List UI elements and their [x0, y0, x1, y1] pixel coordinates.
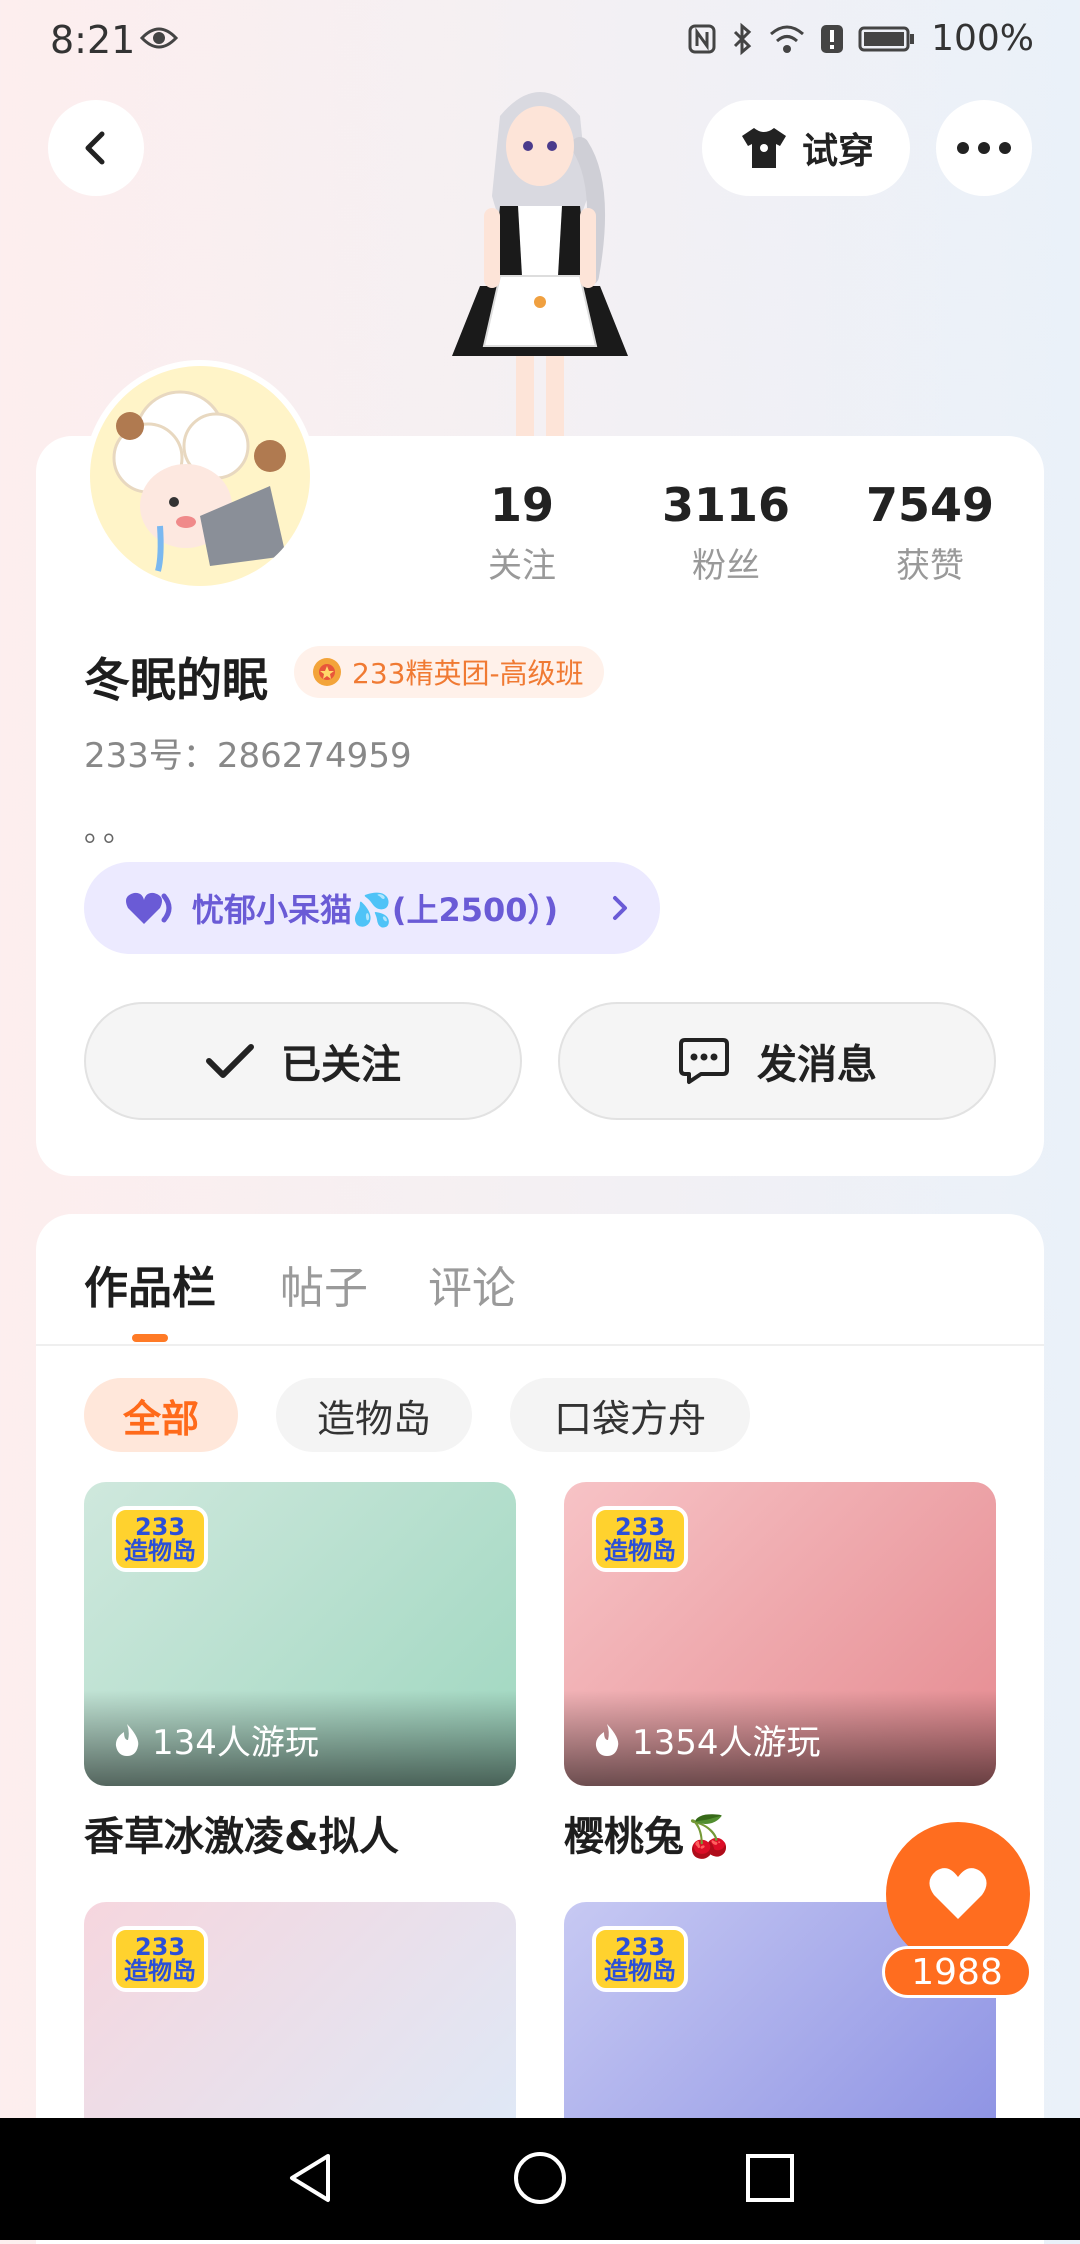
system-nav-bar: [0, 2118, 1080, 2240]
nav-home-icon[interactable]: [510, 2148, 570, 2208]
zaowudao-logo: 233 造物岛: [592, 1926, 688, 1992]
nav-back-icon[interactable]: [280, 2148, 340, 2208]
stat-followers-value: 3116: [661, 478, 791, 532]
message-label: 发消息: [757, 1042, 877, 1088]
stat-followers-label: 粉丝: [692, 546, 760, 586]
tab-indicator: [132, 1334, 168, 1342]
medal-icon: [313, 658, 341, 686]
play-count: 134人游玩: [112, 1715, 319, 1764]
avatar-image: [90, 366, 310, 586]
wifi-icon: [770, 25, 805, 53]
group-pill[interactable]: 忧郁小呆猫💦(上2500）): [84, 862, 660, 954]
chevron-left-icon: [85, 131, 105, 165]
logo-line1: 233: [134, 1513, 186, 1541]
more-dots-icon: [957, 142, 1011, 154]
play-count: 1354人游玩: [592, 1715, 821, 1764]
work-title: 香草冰激凌&拟人: [84, 1814, 399, 1860]
work-card[interactable]: 233 造物岛 1354人游玩 樱桃兔🍒: [564, 1482, 996, 1862]
heart-icon: [929, 1868, 987, 1919]
alert-icon: [821, 24, 844, 53]
flame-icon: [595, 1723, 619, 1756]
play-count-text: 1354人游玩: [632, 1723, 821, 1763]
elite-badge[interactable]: 233精英团-高级班: [294, 646, 604, 698]
logo-line2: 造物岛: [124, 1957, 196, 1985]
stat-likes-value: 7549: [865, 478, 995, 532]
check-icon: [206, 1044, 254, 1078]
battery-percent: 100%: [931, 18, 1034, 59]
tab-comments[interactable]: 评论: [428, 1252, 516, 1316]
work-thumbnail[interactable]: 233 造物岛 134人游玩: [84, 1482, 516, 1786]
tab-posts[interactable]: 帖子: [280, 1252, 368, 1316]
bluetooth-icon: [734, 22, 752, 55]
stat-likes-label: 获赞: [896, 546, 964, 586]
followed-button[interactable]: 已关注: [84, 1002, 522, 1120]
badge-label: 233精英团-高级班: [352, 657, 584, 690]
logo-line2: 造物岛: [604, 1957, 676, 1985]
filter-chip-koudai[interactable]: 口袋方舟: [510, 1378, 750, 1452]
filter-chip-all[interactable]: 全部: [84, 1378, 238, 1452]
work-card[interactable]: 233 造物岛 134人游玩 香草冰激凌&拟人: [84, 1482, 516, 1862]
status-bar: 8:21 100%: [0, 0, 1080, 84]
zaowudao-logo: 233 造物岛: [112, 1506, 208, 1572]
logo-line1: 233: [614, 1933, 666, 1961]
work-thumbnail[interactable]: 233 造物岛: [84, 1902, 516, 2122]
tab-works[interactable]: 作品栏: [84, 1252, 216, 1316]
play-count-text: 134人游玩: [152, 1723, 319, 1763]
try-on-button[interactable]: 试穿: [702, 100, 910, 196]
eye-icon: [140, 27, 178, 49]
chevron-right-icon: [613, 896, 627, 920]
followed-label: 已关注: [281, 1042, 401, 1088]
message-button[interactable]: 发消息: [558, 1002, 996, 1120]
back-button[interactable]: [48, 100, 144, 196]
flame-icon: [115, 1723, 139, 1756]
filter-chip-zaowudao[interactable]: 造物岛: [276, 1378, 472, 1452]
username: 冬眠的眠: [84, 653, 268, 707]
user-id: 233号：286274959: [84, 736, 412, 776]
logo-line2: 造物岛: [124, 1537, 196, 1565]
status-icons: 100%: [687, 18, 1034, 59]
stat-following-value: 19: [489, 478, 554, 532]
nfc-icon: [688, 24, 716, 53]
work-thumbnail[interactable]: 233 造物岛 1354人游玩: [564, 1482, 996, 1786]
stat-likes[interactable]: 7549 获赞: [840, 478, 1020, 587]
message-icon: [679, 1038, 729, 1084]
zaowudao-logo: 233 造物岛: [592, 1506, 688, 1572]
try-on-label: 试穿: [801, 131, 874, 172]
like-button[interactable]: [886, 1822, 1030, 1966]
tshirt-icon: [741, 128, 786, 168]
work-card[interactable]: 233 造物岛: [84, 1902, 516, 2122]
bio: 。。: [84, 814, 137, 849]
nav-recents-icon[interactable]: [740, 2148, 800, 2208]
zaowudao-logo: 233 造物岛: [112, 1926, 208, 1992]
avatar-character-figure[interactable]: [420, 76, 660, 438]
avatar[interactable]: [84, 360, 316, 592]
logo-line2: 造物岛: [604, 1537, 676, 1565]
status-time: 8:21: [50, 18, 136, 62]
logo-line1: 233: [614, 1513, 666, 1541]
stat-following-label: 关注: [488, 546, 556, 586]
heart-group-icon: [126, 892, 172, 924]
stat-followers[interactable]: 3116 粉丝: [636, 478, 816, 587]
stat-following[interactable]: 19 关注: [432, 478, 612, 587]
battery-icon: [858, 26, 915, 51]
tabs-divider: [36, 1344, 1044, 1346]
like-count: 1988: [882, 1946, 1032, 1998]
more-button[interactable]: [936, 100, 1032, 196]
group-label: 忧郁小呆猫💦(上2500）): [192, 891, 559, 929]
logo-line1: 233: [134, 1933, 186, 1961]
